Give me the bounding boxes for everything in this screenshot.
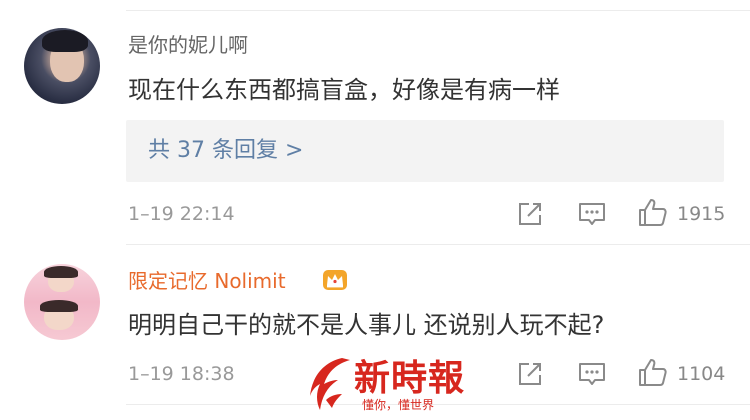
share-icon[interactable] xyxy=(515,359,545,389)
crown-icon xyxy=(323,270,347,290)
like-icon[interactable] xyxy=(637,357,669,389)
watermark-logo-icon xyxy=(310,358,350,410)
avatar[interactable] xyxy=(24,28,100,104)
comment-divider xyxy=(126,244,750,245)
username[interactable]: 是你的妮儿啊 xyxy=(128,33,248,57)
avatar[interactable] xyxy=(24,264,100,340)
watermark-title: 新時報 xyxy=(354,357,466,399)
comment-icon[interactable] xyxy=(577,199,607,229)
top-divider xyxy=(126,10,750,11)
like-count: 1915 xyxy=(677,203,726,225)
comment-icon[interactable] xyxy=(577,359,607,389)
watermark-slogan: 懂你，懂世界 xyxy=(362,398,435,412)
like-icon[interactable] xyxy=(637,197,669,229)
watermark: 新時報 懂你，懂世界 xyxy=(302,352,472,414)
timestamp: 1–19 22:14 xyxy=(128,203,235,225)
comment-text: 现在什么东西都搞盲盒，好像是有病一样 xyxy=(128,76,560,104)
reply-box[interactable]: 共 37 条回复 > xyxy=(126,120,724,182)
reply-count-link[interactable]: 共 37 条回复 > xyxy=(148,137,303,165)
share-icon[interactable] xyxy=(515,199,545,229)
comment-text: 明明自己干的就不是人事儿 还说别人玩不起? xyxy=(128,311,605,339)
username[interactable]: 限定记忆 Nolimit xyxy=(128,269,286,293)
avatar-hair xyxy=(42,30,88,52)
timestamp: 1–19 18:38 xyxy=(128,363,235,385)
avatar-hair xyxy=(44,266,78,278)
like-count: 1104 xyxy=(677,363,726,385)
avatar-hair xyxy=(40,300,78,312)
